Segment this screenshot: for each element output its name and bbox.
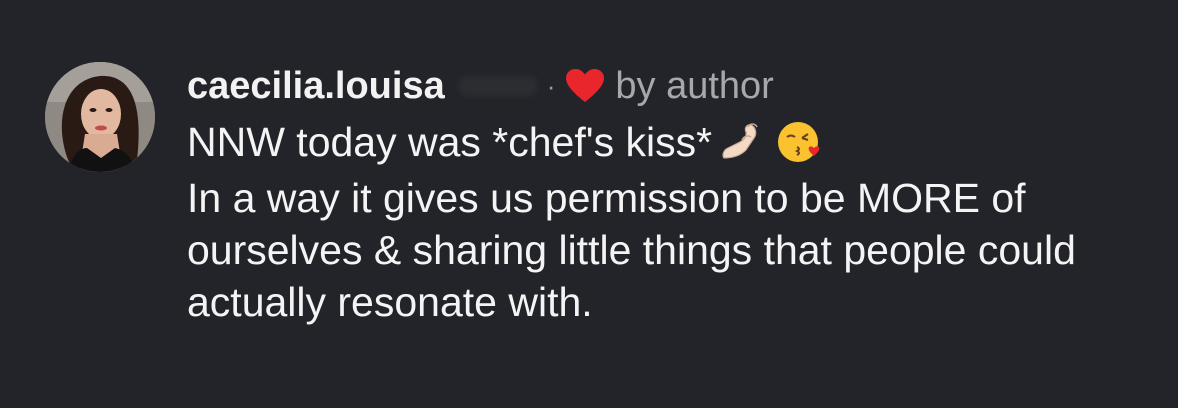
comment-body: caecilia.louisa · by author NNW today wa… [187, 62, 1167, 328]
blurred-timestamp [458, 76, 537, 96]
avatar[interactable] [45, 62, 155, 172]
comment-line-1: NNW today was *chef's kiss* [187, 116, 1167, 168]
comment-paragraph-2: In a way it gives us permission to be MO… [187, 175, 1076, 325]
kiss-face-icon [776, 118, 824, 166]
comment-header: caecilia.louisa · by author [187, 62, 1167, 110]
liked-by-author-label: by author [615, 65, 774, 107]
separator-dot: · [546, 71, 556, 101]
avatar-photo [45, 62, 155, 172]
pinched-fingers-icon [720, 118, 768, 166]
username[interactable]: caecilia.louisa [187, 62, 445, 110]
comment: caecilia.louisa · by author NNW today wa… [0, 0, 1178, 408]
comment-text: NNW today was *chef's kiss* In a way it … [187, 116, 1167, 328]
comment-line-1-text: NNW today was *chef's kiss* [187, 119, 713, 165]
heart-icon [565, 68, 605, 104]
